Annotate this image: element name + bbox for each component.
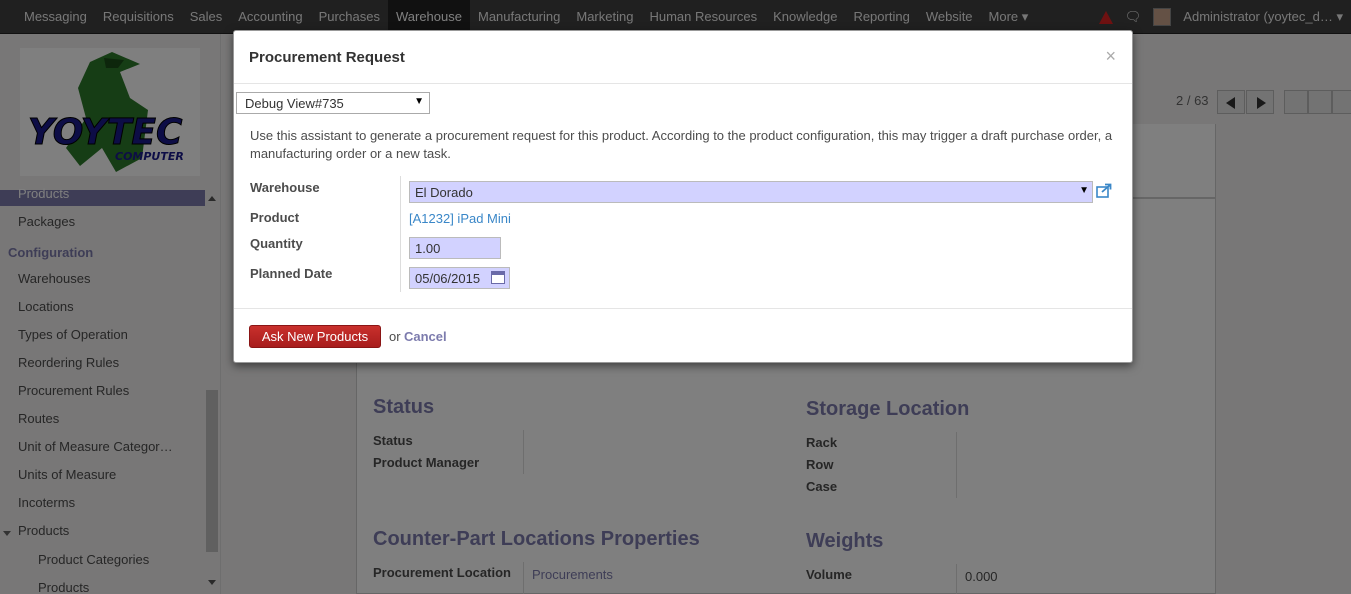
procurement-request-dialog: Procurement Request × Debug View#735 ▼ U… bbox=[233, 30, 1133, 363]
quantity-label: Quantity bbox=[250, 236, 303, 251]
external-link-icon[interactable] bbox=[1096, 183, 1112, 198]
debug-view-value: Debug View#735 bbox=[245, 96, 344, 111]
close-icon[interactable]: × bbox=[1105, 46, 1116, 67]
modal-footer-divider bbox=[234, 308, 1132, 309]
form-divider bbox=[400, 176, 401, 292]
caret-down-icon: ▼ bbox=[414, 96, 424, 107]
or-text: or bbox=[389, 329, 401, 344]
warehouse-value: El Dorado bbox=[415, 185, 473, 200]
caret-down-icon: ▼ bbox=[1079, 185, 1089, 196]
planned-date-value: 05/06/2015 bbox=[415, 271, 481, 286]
product-link[interactable]: [A1232] iPad Mini bbox=[409, 211, 511, 226]
debug-view-select[interactable]: Debug View#735 ▼ bbox=[236, 92, 430, 114]
assistant-help-text: Use this assistant to generate a procure… bbox=[250, 128, 1113, 161]
calendar-icon[interactable] bbox=[491, 271, 505, 284]
ask-new-products-button[interactable]: Ask New Products bbox=[249, 325, 381, 348]
product-label: Product bbox=[250, 210, 300, 225]
modal-header: Procurement Request × bbox=[234, 31, 1132, 84]
warehouse-select[interactable]: El Dorado ▼ bbox=[409, 181, 1093, 203]
warehouse-label: Warehouse bbox=[250, 180, 320, 195]
modal-title: Procurement Request bbox=[249, 49, 405, 66]
quantity-input[interactable]: 1.00 bbox=[409, 237, 501, 259]
planned-date-input[interactable]: 05/06/2015 bbox=[409, 267, 510, 289]
planned-date-label: Planned Date bbox=[250, 266, 333, 281]
cancel-button[interactable]: Cancel bbox=[404, 329, 447, 344]
